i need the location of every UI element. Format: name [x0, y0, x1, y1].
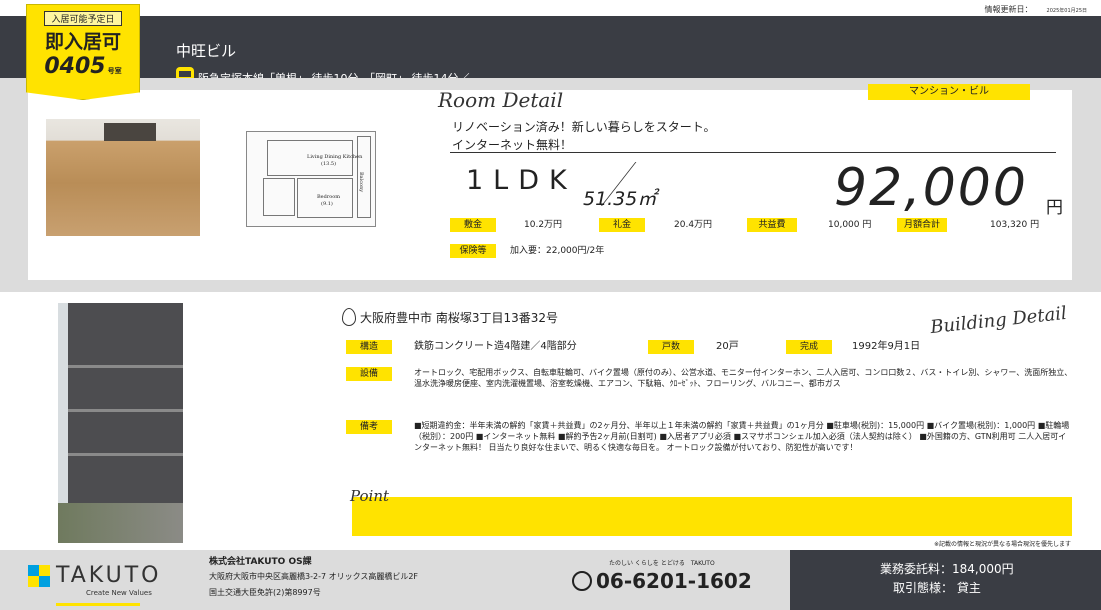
update-date: 情報更新日： 2025年01月25日 — [985, 4, 1087, 15]
remarks-label: 備考 — [346, 420, 392, 434]
tag-status: 即入居可 — [44, 31, 121, 53]
logo-mark-icon — [28, 564, 50, 587]
company-name: 株式会社TAKUTO OS課 — [209, 557, 312, 567]
phone-icon — [572, 571, 592, 591]
tag-caption: 入居可能予定日 — [44, 11, 122, 26]
rent-price: 92,000 — [834, 158, 1028, 218]
key-money-value: 20.4万円 — [674, 220, 713, 230]
commission-fee: 業務委託料：184,000円 — [880, 562, 1014, 576]
company-license: 国土交通大臣免許(2)第8997号 — [209, 588, 321, 597]
common-fee-label: 共益費 — [747, 218, 797, 232]
photo-ground — [58, 503, 183, 543]
company-address: 大阪府大阪市中央区高麗橋3-2-7 オリックス高麗橋ビル2F — [209, 572, 419, 581]
top-bar: 情報更新日： 2025年01月25日 — [0, 0, 1101, 16]
remarks-text: ■短期違約金：半年未満の解約「家賃＋共益費」の2ヶ月分、半年以上１年未満の解約「… — [414, 421, 1070, 452]
room-number: 0405 号室 — [27, 54, 139, 79]
common-fee-value: 10,000 円 — [828, 220, 872, 230]
availability-tag: 入居可能予定日 即入居可 0405 号室 — [26, 4, 140, 100]
catch-copy-1: リノベーション済み！新しい暮らしをスタート。 — [452, 120, 716, 134]
room-unit: 号室 — [107, 67, 122, 75]
phone-text: 06-6201-1602 — [596, 569, 752, 593]
catch-copy-2: インターネット無料！ — [452, 138, 573, 152]
divider — [450, 152, 1056, 153]
company-logo: TAKUTO Create New Values — [28, 563, 162, 597]
equipment-label: 設備 — [346, 367, 392, 381]
update-value: 2025年01月25日 — [1046, 8, 1087, 14]
logo-word: TAKUTO — [56, 563, 162, 588]
address: 大阪府豊中市 南桜塚3丁目13番32号 — [342, 308, 558, 326]
room-area: 51.35㎡ — [583, 188, 657, 210]
point-label: Point — [350, 487, 390, 505]
phone-number[interactable]: 06-6201-1602 — [572, 569, 752, 593]
plan-bed-label: Bedroom — [317, 194, 340, 200]
floor-plan: Living Dining Kitchen (13.5) Bedroom (9.… — [246, 131, 376, 227]
transaction-type: 取引態様： 貸主 — [893, 581, 981, 595]
room-number-value: 0405 — [44, 54, 106, 79]
units-value: 20戸 — [716, 341, 739, 352]
plan-ldk-size: (13.5) — [321, 161, 337, 167]
photo-floor-3 — [68, 453, 183, 456]
monthly-total-value: 103,320 円 — [990, 220, 1040, 230]
logo-tagline: Create New Values — [86, 589, 152, 597]
insurance-label: 保険等 — [450, 244, 496, 258]
built-label: 完成 — [786, 340, 832, 354]
deposit-label: 敷金 — [450, 218, 496, 232]
equipment-text: オートロック、宅配用ボックス、自転車駐輪可、バイク置場（原付のみ）、公営水道、モ… — [414, 368, 1073, 388]
photo-floor-1 — [68, 365, 183, 368]
room-layout: 1LDK — [466, 165, 577, 196]
building-name: 中旺ビル — [176, 42, 237, 60]
footer-accent — [56, 603, 140, 606]
point-box — [352, 497, 1072, 536]
plan-ldk-label: Living Dining Kitchen — [307, 154, 363, 160]
units-label: 戸数 — [648, 340, 694, 354]
plan-bed-size: (9.1) — [321, 201, 333, 207]
photo-floor-2 — [68, 409, 183, 412]
plan-balcony-label: Balcony — [358, 172, 364, 193]
header-bar: 中旺ビル 阪急宝塚本線「曽根」 徒歩10分、「岡町」 徒歩14分／ — [0, 16, 1101, 89]
property-type-badge: マンション・ビル — [868, 84, 1030, 100]
slogan: たのしい くらしを とどける TAKUTO — [609, 560, 715, 567]
key-money-label: 礼金 — [599, 218, 645, 232]
building-photo — [58, 303, 183, 543]
location-pin-icon — [342, 308, 356, 326]
rent-unit: 円 — [1046, 198, 1063, 218]
room-photo — [46, 119, 200, 236]
plan-bath — [263, 178, 295, 216]
insurance-value: 加入要：22,000円/2年 — [510, 246, 605, 256]
address-text: 大阪府豊中市 南桜塚3丁目13番32号 — [360, 310, 558, 325]
disclaimer: ※記載の情報と現況が異なる場合現況を優先します — [933, 541, 1071, 548]
structure-label: 構造 — [346, 340, 392, 354]
structure-value: 鉄筋コンクリート造4階建／4階部分 — [414, 341, 577, 352]
room-detail-heading: Room Detail — [438, 88, 564, 112]
built-value: 1992年9月1日 — [852, 341, 921, 352]
update-label: 情報更新日： — [984, 5, 1033, 14]
room-window — [104, 123, 156, 141]
deposit-value: 10.2万円 — [524, 220, 563, 230]
monthly-total-label: 月額合計 — [897, 218, 947, 232]
